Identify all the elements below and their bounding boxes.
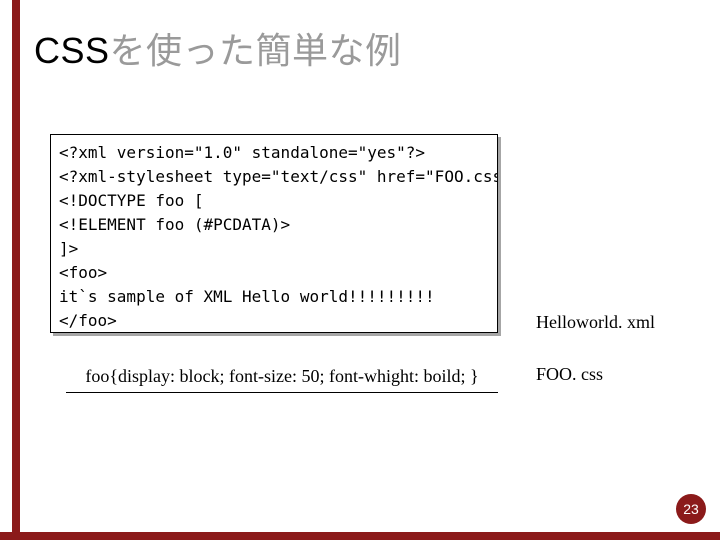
css-filename-label: FOO. css [536, 364, 603, 385]
title-jp: を使った簡単な例 [110, 30, 402, 71]
slide-title: CSSを使った簡単な例 [34, 22, 402, 74]
xml-filename-label: Helloworld. xml [536, 312, 655, 333]
slide: CSSを使った簡単な例 <?xml version="1.0" standalo… [0, 0, 720, 540]
page-number-badge: 23 [676, 494, 706, 524]
decorative-left-bar [12, 0, 20, 540]
decorative-bottom-bar [0, 532, 720, 540]
xml-code-block: <?xml version="1.0" standalone="yes"?> <… [50, 134, 498, 333]
css-code-block: foo{display: block; font-size: 50; font-… [66, 362, 498, 391]
title-en: CSS [34, 30, 110, 71]
page-number: 23 [683, 501, 699, 517]
